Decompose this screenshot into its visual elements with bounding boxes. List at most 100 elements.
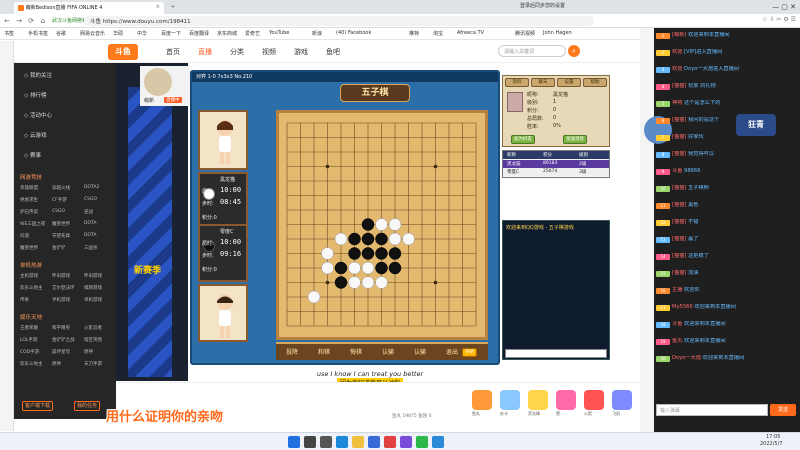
sidebar-game-link[interactable]: 魔兽世界 (20, 245, 38, 251)
sidebar-game-link[interactable]: CF手游 (52, 197, 67, 203)
game-action-button[interactable]: 和棋 (318, 347, 330, 356)
chat-message[interactable]: [猫猫] 五子棋啊 (672, 185, 796, 192)
chat-message[interactable]: Doyo一大炮 欢迎来到本直播间 (672, 355, 796, 362)
sidebar-game-link[interactable]: WE三国之夜 (20, 221, 45, 227)
home-button[interactable]: ⌂ (38, 16, 48, 26)
sidebar-game-link[interactable]: 炉石传说 (20, 209, 38, 215)
my-tasks-button[interactable]: 我的任务 (74, 401, 101, 411)
sidebar-item[interactable]: ◇ 云游戏 (24, 131, 46, 139)
chat-user[interactable]: 主播 (672, 287, 684, 293)
bookmark-item[interactable]: 百度翻译 (189, 30, 209, 37)
chat-message[interactable]: 欢迎 [VIP]进入直播间 (672, 49, 796, 56)
info-tab[interactable]: 帮助 (583, 78, 607, 87)
chat-message[interactable]: 神将 这个是怎么下的 (672, 100, 796, 107)
chat-message[interactable]: [猫猫] 黑色 (672, 202, 796, 209)
sidebar-game-link[interactable]: COD手游 (20, 349, 39, 355)
chat-message[interactable]: My5566 欢迎来到本直播间 (672, 304, 796, 311)
bookmark-item[interactable]: John Hagen (543, 30, 572, 36)
download-client-button[interactable]: 客户端下载 (22, 401, 54, 411)
site-logo[interactable]: 斗鱼 (108, 44, 138, 60)
browser-tab-active[interactable]: 萌新Bedison直播 FIFA ONLINE 4 × (14, 2, 164, 14)
chat-user[interactable]: [猫猫] (672, 151, 688, 157)
board-grid[interactable] (279, 113, 485, 337)
gomoku-board[interactable] (276, 110, 488, 340)
url-input[interactable]: 斗鱼 https://www.douyu.com/198411 (84, 16, 594, 26)
start-button[interactable]: 开始 (462, 348, 477, 357)
chat-message[interactable]: [猫猫] 好家伙 (672, 134, 796, 141)
site-search-input[interactable]: 请输入关键词 (498, 45, 566, 57)
security-badge[interactable]: 武汉斗鱼网络科技有限公司 (52, 17, 84, 24)
sidebar-game-link[interactable]: 王者荣耀 (20, 325, 38, 331)
sidebar-game-link[interactable]: 逆战 (84, 209, 93, 215)
chat-user[interactable]: [猫猫] (672, 117, 688, 123)
game-action-button[interactable]: 认输 (382, 347, 394, 356)
sidebar-game-link[interactable]: 穿越火线 (52, 185, 70, 191)
chat-message[interactable]: 欢迎 Doyo一大炮进入直播间 (672, 66, 796, 73)
chat-user[interactable]: [猫猫] (672, 270, 688, 276)
taskview-icon[interactable] (320, 436, 332, 448)
gift-icon[interactable] (472, 390, 492, 410)
game-chat-input[interactable] (505, 349, 607, 358)
bookmark-item[interactable]: 书签 (4, 30, 14, 37)
bookmark-item[interactable]: 新浪 (312, 30, 322, 37)
sidebar-game-link[interactable]: DOTA2 (84, 185, 99, 190)
chat-message[interactable]: [猫猫] 赢了 (672, 236, 796, 243)
info-tab[interactable]: 聊天 (531, 78, 555, 87)
table-row[interactable]: 零度C 25674 3级 (503, 168, 609, 176)
chat-user[interactable]: 神将 (672, 100, 684, 106)
site-nav-5[interactable]: 鱼吧 (326, 47, 340, 57)
game-action-button[interactable]: 投降 (286, 347, 298, 356)
sidebar-game-link[interactable]: DOTA (84, 221, 97, 226)
store-icon[interactable] (368, 436, 380, 448)
taskbar-time[interactable]: 17:05 (766, 434, 780, 440)
sidebar-game-link[interactable]: CSGO (52, 209, 65, 214)
chat-user[interactable]: [猫猫] (672, 236, 688, 242)
sidebar-game-link[interactable]: 暗区突围 (84, 337, 102, 343)
chat-message[interactable]: [猫猫] 不错 (672, 219, 796, 226)
chat-user[interactable]: [萌新] (672, 32, 688, 38)
sidebar-game-link[interactable]: 原神 (84, 349, 93, 355)
back-button[interactable]: ← (2, 16, 12, 26)
sidebar-game-link[interactable]: 火影忍者 (84, 325, 102, 331)
tab-close-icon[interactable]: × (156, 4, 160, 10)
taskbar-date[interactable]: 2022/5/7 (760, 441, 782, 447)
sidebar-game-link[interactable]: 怀旧游戏 (52, 273, 70, 279)
sidebar-game-link[interactable]: 金铲铲之战 (52, 337, 75, 343)
sidebar-game-link[interactable]: 魔兽世界 (52, 221, 70, 227)
chat-user[interactable]: [猫猫] (672, 219, 688, 225)
sidebar-game-link[interactable]: 艾尔登法环 (52, 285, 75, 291)
chat-message[interactable]: [猫猫] 我觉得可以 (672, 151, 796, 158)
bookmark-item[interactable]: 手机书签 (28, 30, 48, 37)
sidebar-game-link[interactable]: 问道 (20, 233, 29, 239)
chat-user[interactable]: 欢迎 (672, 49, 684, 55)
chat-user[interactable]: [猫猫] (672, 83, 688, 89)
chat-user[interactable]: [猫猫] (672, 134, 688, 140)
gift-icon[interactable] (500, 390, 520, 410)
sidebar-item[interactable]: ◇ 赛事 (24, 151, 41, 159)
search-icon[interactable]: ⌕ (568, 45, 580, 57)
gift-icon[interactable] (584, 390, 604, 410)
bookmark-item[interactable]: 网易云音乐 (80, 30, 105, 37)
sidebar-game-link[interactable]: 天刀手游 (84, 361, 102, 367)
sidebar-game-link[interactable]: LOL手游 (20, 337, 37, 343)
chat-input[interactable]: 输入弹幕 (656, 404, 768, 416)
chat-message[interactable]: [猫猫] 玩家 的礼物 (672, 83, 796, 90)
site-nav-0[interactable]: 首页 (166, 47, 180, 57)
sidebar-game-link[interactable]: 绝地求生 (20, 197, 38, 203)
chat-user[interactable]: Doyo一大炮 (672, 355, 703, 361)
gift-icon[interactable] (528, 390, 548, 410)
new-tab-button[interactable]: + (166, 2, 180, 14)
sidebar-game-link[interactable]: 金铲铲 (52, 245, 66, 251)
bookmark-item[interactable]: (40) Facebook (336, 30, 371, 36)
bookmark-item[interactable]: 华硕 (113, 30, 123, 37)
send-message-button[interactable]: 发送消息 (563, 135, 587, 144)
chat-message[interactable]: [猫猫] 这把稳了 (672, 253, 796, 260)
sidebar-game-link[interactable]: 三国杀 (84, 245, 98, 251)
sidebar-game-link[interactable]: 欢乐斗地主 (20, 285, 43, 291)
chrome-icon[interactable] (384, 436, 396, 448)
sidebar-game-link[interactable]: 原神 (52, 361, 61, 367)
sidebar-game-link[interactable]: 传奇 (20, 297, 29, 303)
game-icon[interactable] (400, 436, 412, 448)
sidebar-game-link[interactable]: 怀旧游戏 (84, 273, 102, 279)
chat-message[interactable]: [猫猫] 加油 (672, 270, 796, 277)
